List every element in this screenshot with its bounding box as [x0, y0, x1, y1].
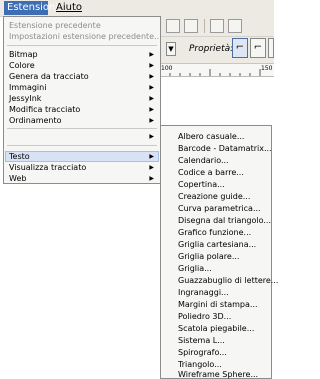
menu-item-bitmap[interactable]: Bitmap ▶: [4, 49, 160, 60]
preferences-icon[interactable]: [210, 19, 224, 33]
submenu-item-sistema-l[interactable]: Sistema L...: [161, 335, 271, 346]
zoom-drawing-icon[interactable]: [166, 19, 180, 33]
submenu-item-albero-casuale[interactable]: Albero casuale...: [161, 131, 271, 142]
menu-separator: [7, 128, 157, 129]
menu-item-label: Testo: [9, 152, 30, 161]
menubar: Estensioni Aiuto: [0, 0, 274, 17]
submenu-item-griglia[interactable]: Griglia...: [161, 263, 271, 274]
menu-item-label: Bitmap: [9, 50, 38, 59]
menu-aiuto[interactable]: Aiuto: [53, 1, 85, 15]
extensions-menu: Estensione precedente Impostazioni esten…: [3, 16, 162, 184]
properties-label: Proprietà:: [189, 44, 234, 54]
submenu-arrow-icon: ▶: [149, 84, 154, 91]
ruler-label: 150: [261, 65, 273, 72]
menu-item-testo[interactable]: Testo ▶: [4, 151, 160, 162]
menu-item-genera-da-tracciato[interactable]: Genera da tracciato ▶: [4, 71, 160, 82]
submenu-arrow-icon: ▶: [149, 73, 154, 80]
submenu-arrow-icon: ▶: [149, 175, 154, 182]
menu-item-label: Modifica tracciato: [9, 105, 81, 114]
unit-dropdown[interactable]: ▼: [166, 42, 176, 56]
submenu-arrow-icon: ▶: [149, 62, 154, 69]
property-join-miter-button[interactable]: ⌐: [232, 38, 248, 58]
submenu-item-creazione-guide[interactable]: Creazione guide...: [161, 191, 271, 202]
submenu-arrow-icon: ▶: [149, 106, 154, 113]
menu-item-label: Impostazioni estensione precedente...: [9, 32, 162, 41]
render-submenu: Albero casuale... Barcode - Datamatrix..…: [160, 125, 278, 379]
menu-item-jessyink[interactable]: JessyInk ▶: [4, 93, 160, 104]
submenu-item-griglia-polare[interactable]: Griglia polare...: [161, 251, 271, 262]
menu-item-immagini[interactable]: Immagini ▶: [4, 82, 160, 93]
property-join-bevel-button[interactable]: [268, 38, 274, 58]
submenu-arrow-icon: ▶: [149, 153, 154, 160]
submenu-item-copertina[interactable]: Copertina...: [161, 179, 271, 190]
menu-separator: [7, 45, 157, 46]
menu-item-label: Immagini: [9, 83, 47, 92]
menu-item-unlabeled[interactable]: ▶: [4, 131, 160, 142]
menu-item-visualizza-tracciato[interactable]: Visualizza tracciato ▶: [4, 162, 160, 173]
menu-item-label: JessyInk: [9, 94, 42, 103]
submenu-item-codice-a-barre[interactable]: Codice a barre...: [161, 167, 271, 178]
submenu-item-scatola-piegabile[interactable]: Scatola piegabile...: [161, 323, 271, 334]
menu-item-ordinamento[interactable]: Ordinamento ▶: [4, 115, 160, 126]
submenu-arrow-icon: ▶: [149, 133, 154, 140]
toolbar-separator: [204, 19, 205, 33]
menu-item-colore[interactable]: Colore ▶: [4, 60, 160, 71]
menu-item-previous-extension-settings[interactable]: Impostazioni estensione precedente...: [4, 31, 162, 42]
submenu-item-ingranaggi[interactable]: Ingranaggi...: [161, 287, 271, 298]
submenu-item-wireframe-sphere[interactable]: Wireframe Sphere...: [161, 371, 271, 379]
property-join-round-button[interactable]: ⌐: [250, 38, 266, 58]
submenu-arrow-icon: ▶: [149, 51, 154, 58]
xml-editor-icon[interactable]: [228, 19, 242, 33]
submenu-item-disegna-dal-triangolo[interactable]: Disegna dal triangolo...: [161, 215, 271, 226]
submenu-arrow-icon: ▶: [149, 95, 154, 102]
submenu-item-triangolo[interactable]: Triangolo...: [161, 359, 271, 370]
menu-item-modifica-tracciato[interactable]: Modifica tracciato ▶: [4, 104, 160, 115]
commands-toolbar: [150, 16, 274, 37]
submenu-item-barcode-datamatrix[interactable]: Barcode - Datamatrix...: [161, 143, 272, 154]
menu-item-web[interactable]: Web ▶: [4, 173, 160, 184]
ruler-label: 100: [161, 65, 173, 72]
submenu-arrow-icon: ▶: [149, 117, 154, 124]
submenu-item-margini-di-stampa[interactable]: Margini di stampa...: [161, 299, 271, 310]
menu-item-label: Genera da tracciato: [9, 72, 89, 81]
submenu-item-calendario[interactable]: Calendario...: [161, 155, 271, 166]
menu-item-label: Estensione precedente: [9, 21, 101, 30]
menu-item-label: Ordinamento: [9, 116, 62, 125]
menu-item-label: Visualizza tracciato: [9, 163, 87, 172]
menu-separator: [7, 145, 157, 146]
submenu-arrow-icon: ▶: [149, 164, 154, 171]
menu-item-label: Colore: [9, 61, 35, 70]
align-icon[interactable]: [184, 19, 198, 33]
menu-item-label: Web: [9, 174, 27, 183]
menu-estensioni[interactable]: Estensioni: [4, 1, 58, 15]
submenu-item-guazzabuglio-di-lettere[interactable]: Guazzabuglio di lettere...: [161, 275, 278, 286]
submenu-item-grafico-funzione[interactable]: Grafico funzione...: [161, 227, 271, 238]
submenu-item-spirografo[interactable]: Spirografo...: [161, 347, 271, 358]
submenu-item-curva-parametrica[interactable]: Curva parametrica...: [161, 203, 271, 214]
menu-item-previous-extension[interactable]: Estensione precedente: [4, 20, 160, 31]
submenu-item-griglia-cartesiana[interactable]: Griglia cartesiana...: [161, 239, 271, 250]
submenu-item-poliedro-3d[interactable]: Poliedro 3D...: [161, 311, 271, 322]
